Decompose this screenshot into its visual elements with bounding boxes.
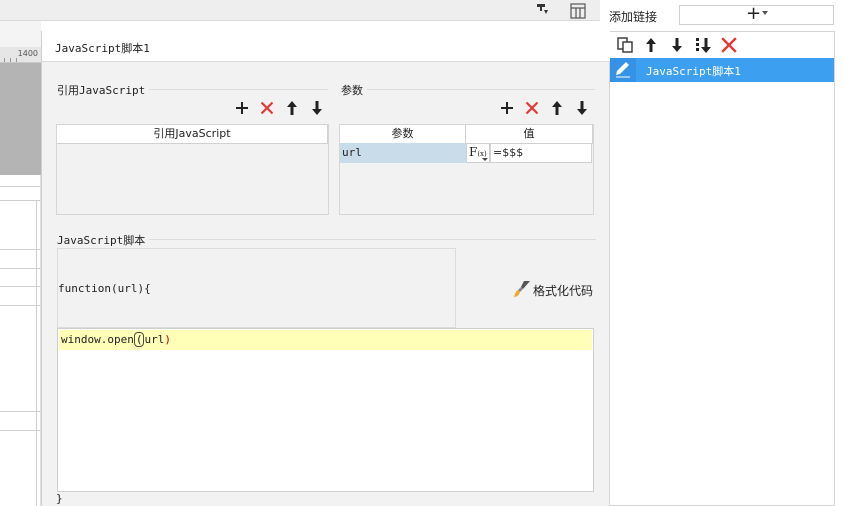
formula-button[interactable]: F(x) — [466, 143, 490, 163]
editor-toolbar — [0, 0, 600, 21]
code-token: url — [144, 333, 165, 346]
param-name-cell[interactable]: url — [340, 143, 466, 163]
param-table[interactable]: 参数 值 — [339, 124, 594, 215]
move-ref-down-icon[interactable] — [309, 100, 325, 116]
delete-icon[interactable] — [720, 36, 738, 54]
code-bracket-match: ) — [164, 333, 171, 346]
sheet-grid — [0, 175, 41, 506]
code-editor[interactable]: window.open(url) — [57, 328, 594, 492]
link-list-panel: JavaScript脚本1 — [609, 31, 835, 506]
ref-column-header[interactable]: 引用JavaScript — [57, 125, 328, 144]
dialog-header: JavaScript脚本1 — [42, 31, 610, 62]
ruler: 1400 — [0, 47, 41, 63]
plus-icon: + — [746, 3, 762, 24]
code-token: window.open — [61, 333, 134, 346]
ref-section-label: 引用JavaScript — [57, 82, 150, 98]
delete-param-icon[interactable] — [524, 100, 540, 116]
add-link-label: 添加链接 — [609, 10, 658, 24]
delete-ref-icon[interactable] — [259, 100, 275, 116]
add-ref-icon[interactable] — [234, 100, 250, 116]
link-item-label: JavaScript脚本1 — [646, 65, 741, 78]
layout-grid-button[interactable] — [560, 0, 598, 24]
param-name-header[interactable]: 参数 — [340, 125, 466, 144]
script-section-label: JavaScript脚本 — [57, 232, 150, 248]
add-param-icon[interactable] — [499, 100, 515, 116]
pencil-icon — [610, 58, 636, 82]
link-item-javascript[interactable]: JavaScript脚本1 — [610, 58, 834, 82]
move-param-down-icon[interactable] — [574, 100, 590, 116]
chevron-down-icon — [482, 158, 488, 161]
arrow-down-icon[interactable] — [668, 36, 686, 54]
grid-layout-icon — [570, 3, 586, 19]
link-toolbar — [610, 32, 834, 58]
copy-icon[interactable] — [616, 36, 634, 54]
arrow-up-icon[interactable] — [642, 36, 660, 54]
function-close-brace: } — [56, 492, 63, 505]
param-value-header[interactable]: 值 — [466, 125, 593, 144]
fx-icon: F(x) — [469, 145, 487, 159]
divider — [341, 89, 595, 90]
chevron-down-icon — [762, 11, 768, 15]
move-ref-up-icon[interactable] — [284, 100, 300, 116]
canvas-gray-area — [0, 63, 41, 175]
param-value-cell[interactable]: =$$$ — [490, 143, 592, 163]
dialog-title: JavaScript脚本1 — [55, 42, 150, 55]
ruler-label: 1400 — [17, 49, 38, 58]
code-bracket-match: ( — [133, 332, 145, 347]
move-param-up-icon[interactable] — [549, 100, 565, 116]
param-section-label: 参数 — [341, 82, 367, 98]
brush-icon — [514, 281, 530, 297]
editor-strip — [0, 21, 41, 47]
code-line-1[interactable]: window.open(url) — [59, 330, 592, 350]
format-code-label: 格式化代码 — [533, 284, 594, 298]
ref-table[interactable]: 引用JavaScript — [56, 124, 329, 215]
move-bottom-icon[interactable] — [694, 36, 712, 54]
add-link-dropdown[interactable]: + — [679, 3, 834, 25]
sort-icon[interactable] — [535, 2, 549, 16]
function-signature: function(url){ — [58, 282, 151, 295]
